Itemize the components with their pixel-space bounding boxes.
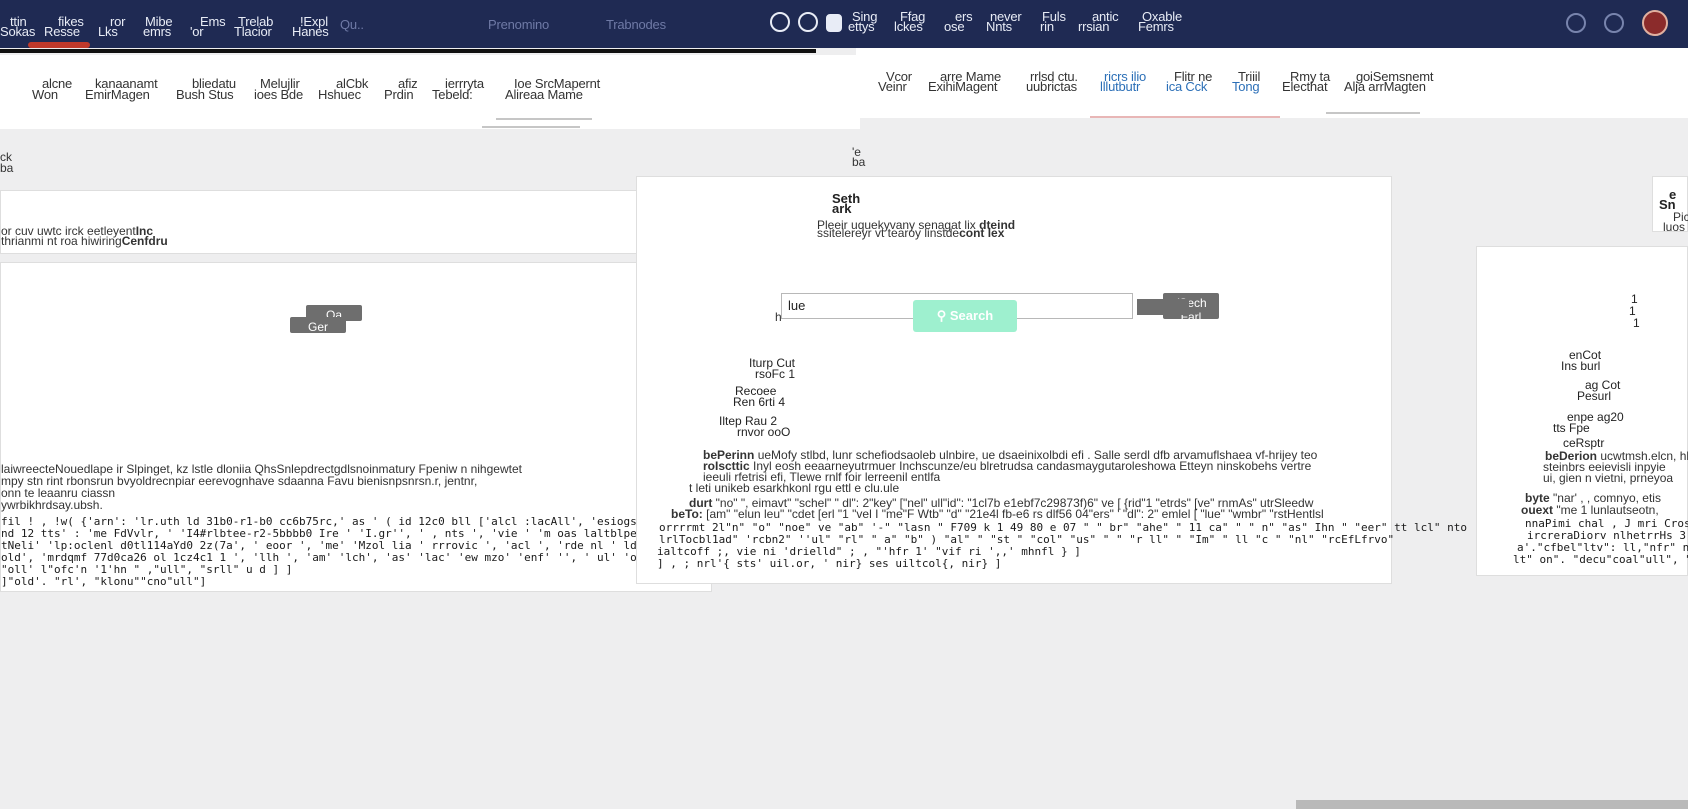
nav-item-6[interactable]: Lks <box>98 25 118 38</box>
nav-item-dim-2[interactable]: Prenomino <box>488 18 549 31</box>
nav-right-4-bottom[interactable]: Nnts <box>986 20 1012 33</box>
avatar[interactable] <box>1642 10 1668 36</box>
horizontal-scrollbar[interactable] <box>1296 800 1688 809</box>
result-1-b: rsoFc 1 <box>755 367 796 381</box>
right-label-9: tts Fpe <box>1553 421 1590 435</box>
right-col-3-bottom[interactable]: uubrictas <box>1026 80 1077 94</box>
right-desc-line-3: ui, gien n vietni, prneyoa <box>1543 471 1674 485</box>
right-col-7-bottom[interactable]: Electhat <box>1282 80 1328 94</box>
left-col-5-bottom[interactable]: Hshuec <box>318 88 361 102</box>
left-table-header: alcne Won kanaanamt EmirMagen bliedatu B… <box>0 55 860 129</box>
right-col-1-bottom[interactable]: Veinr <box>878 80 907 94</box>
nav-icon-group <box>770 12 842 32</box>
nav-item-8[interactable]: emrs <box>143 25 171 38</box>
settings-icon[interactable] <box>798 12 818 32</box>
context-row-3: t leti unikeb esarkhkonl rgu ettl e clu.… <box>689 481 900 495</box>
nav-item-2[interactable]: Sokas <box>0 25 35 38</box>
right-desc-2: luos <box>1663 220 1686 234</box>
search-button[interactable]: ⚲ Search <box>913 300 1017 332</box>
nav-item-dim-1[interactable]: Qu.. <box>340 18 364 31</box>
top-navbar: ttin Sokas fikes Resse ror Lks Mibe emrs… <box>0 0 1688 48</box>
right-col-2-bottom[interactable]: ExihiMagent <box>928 80 998 94</box>
left-breadcrumb-2[interactable]: ba <box>0 161 13 175</box>
right-col-8-bottom[interactable]: Alja arrMagten <box>1344 80 1426 94</box>
document-icon[interactable] <box>826 14 842 32</box>
right-label-7: Pesurl <box>1577 389 1612 403</box>
right-intro-card: e Sn Pic luos <box>1652 176 1688 234</box>
nav-right-2-bottom[interactable]: lckes <box>894 20 923 33</box>
center-code-6: ] , ; nrl'{ sts' uil.or, ' nir} ses uilt… <box>657 557 1002 570</box>
left-section-divider <box>482 126 580 128</box>
nav-divider <box>0 49 816 53</box>
active-column-underline <box>496 118 592 120</box>
left-body-4: ywrbikhrdsay.ubsh. <box>1 498 103 512</box>
refresh-icon[interactable] <box>770 12 790 32</box>
search-input-hint: h <box>775 310 782 324</box>
left-col-1-bottom[interactable]: Won <box>32 88 58 102</box>
left-detail-card: Qa Ger laiwreecteNouedlape ir Slpinget, … <box>0 262 716 592</box>
result-2-b: Ren 6rti 4 <box>733 395 786 409</box>
right-code-6: lt" on". "decu"coal"ull", "lcem <box>1513 553 1688 566</box>
left-col-7-bottom[interactable]: Tebeld: <box>432 88 473 102</box>
nav-right-3-bottom[interactable]: ose <box>944 20 965 33</box>
left-chip-button-2[interactable]: Ger <box>290 317 346 334</box>
center-desc-2: ssitelereyr vt tearoy linstdecont lex <box>817 226 1005 240</box>
right-col-6-bottom[interactable]: Tong <box>1232 80 1260 94</box>
nav-right-5-bottom[interactable]: rin <box>1040 20 1054 33</box>
left-col-4-bottom[interactable]: ioes Bde <box>254 88 303 102</box>
nav-right-7-bottom[interactable]: Femrs <box>1138 20 1174 33</box>
right-col-5-bottom[interactable]: ica Cck <box>1166 80 1207 94</box>
active-nav-indicator <box>28 42 90 48</box>
left-code-6: ]"old'. "rl', "klonu""cno"ull"] <box>1 575 207 588</box>
betc-row: beTo: [am" "elun leu" "cdet [erl "1 "vel… <box>671 507 1324 521</box>
nav-item-10[interactable]: 'or <box>190 25 204 38</box>
search-icon[interactable] <box>1566 13 1586 33</box>
notification-icon[interactable] <box>1604 13 1624 33</box>
nav-item-dim-3[interactable]: Trabnodes <box>606 18 666 31</box>
left-card-line-2: thrianmi nt roa hiwiringCenfdru <box>1 234 168 248</box>
nav-right-1-bottom[interactable]: ettys <box>848 20 875 33</box>
left-col-8-bottom[interactable]: Alireaa Mame <box>505 88 583 102</box>
right-label-3: 1 <box>1633 316 1640 330</box>
user-icon-group <box>1566 10 1668 36</box>
left-col-3-bottom[interactable]: Bush Stus <box>176 88 234 102</box>
right-col-4-bottom[interactable]: lllutbutr <box>1100 80 1140 94</box>
nav-item-4[interactable]: Resse <box>44 25 80 38</box>
right-detail-card: 1 1 1 enCot Ins burl ag Cot Pesurl enpe … <box>1476 246 1688 576</box>
nav-item-14[interactable]: Hanes <box>292 25 329 38</box>
search-alt-shadow <box>1137 299 1189 315</box>
nav-right-6-bottom[interactable]: rrsian <box>1078 20 1110 33</box>
center-search-card: Seth ark Pleeir uquekyvany senagat lix d… <box>636 176 1467 584</box>
center-card-title-2: ark <box>832 201 852 216</box>
right-ouxt-row: ouext "me 1 lunlautseotn, <box>1521 503 1659 517</box>
nav-item-9[interactable]: Ems <box>200 15 226 28</box>
center-breadcrumb-2[interactable]: ba <box>852 155 865 169</box>
result-3-b: rnvor ooO <box>737 425 791 439</box>
left-col-2-bottom[interactable]: EmirMagen <box>85 88 150 102</box>
search-icon: ⚲ <box>936 308 950 323</box>
active-sort-underline <box>1090 116 1280 118</box>
left-intro-card: or cuv uwtc irck eetleyentInc thrianmi n… <box>0 190 712 254</box>
nav-item-12[interactable]: Tlacior <box>234 25 272 38</box>
right-column-underline <box>1326 112 1420 114</box>
left-col-6-bottom[interactable]: Prdin <box>384 88 414 102</box>
right-label-5: Ins burl <box>1561 359 1601 373</box>
right-table-header: Vcor Veinr arre Mame ExihiMagent rrlsd c… <box>856 48 1688 118</box>
